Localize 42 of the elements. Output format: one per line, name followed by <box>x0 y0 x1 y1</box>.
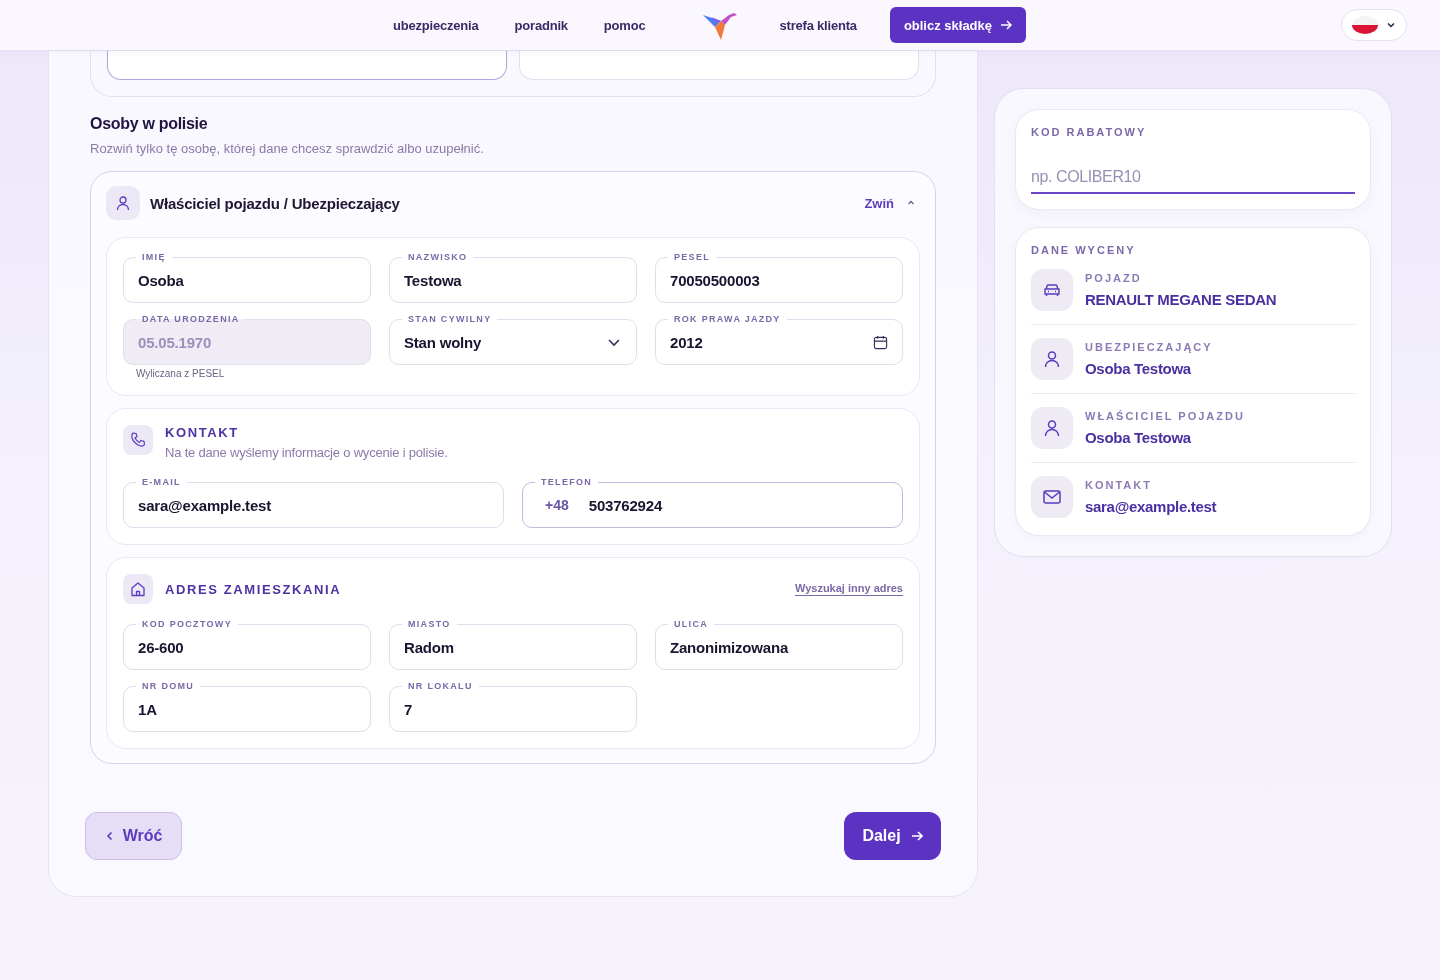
group-title: ADRES ZAMIESZKANIA <box>165 581 343 597</box>
person-icon <box>106 186 140 220</box>
search-address-link[interactable]: Wyszukaj inny adres <box>795 582 903 596</box>
section-subtitle: Rozwiń tylko tę osobę, której dane chcesz sprawdzić albo uzupełnić. <box>90 141 485 156</box>
next-button[interactable]: Dalej <box>844 812 941 860</box>
nav-link[interactable]: poradnik <box>514 17 568 33</box>
section-title: Osoby w polisie <box>90 115 209 133</box>
back-button[interactable]: Wróć <box>85 812 182 860</box>
chevron-down-icon <box>1386 20 1396 30</box>
summary-value: Osoba Testowa <box>1085 360 1192 377</box>
client-zone-link[interactable]: strefa klienta <box>779 17 857 33</box>
envelope-icon <box>1031 476 1073 518</box>
person-icon <box>1031 338 1073 380</box>
summary-value: RENAULT MEGANE SEDAN <box>1085 291 1277 308</box>
summary-title: DANE WYCENY <box>1031 244 1137 256</box>
chevron-left-icon <box>104 831 115 841</box>
summary-label: WŁAŚCICIEL POJAZDU <box>1085 410 1245 422</box>
group-subtitle: Na te dane wyślemy informacje o wycenie i polisie. <box>165 445 448 460</box>
input-field[interactable] <box>107 51 507 80</box>
language-selector[interactable] <box>1341 9 1407 41</box>
collapse-toggle[interactable]: Zwiń <box>864 195 920 211</box>
field-hint: Wyliczana z PESEL <box>136 368 226 379</box>
summary-label: UBEZPIECZAJĄCY <box>1085 341 1213 353</box>
house-icon <box>123 574 153 604</box>
discount-label: KOD RABATOWY <box>1031 126 1148 138</box>
arrow-right-icon <box>910 830 923 842</box>
discount-code-field[interactable]: np. COLIBER10 <box>1031 168 1355 194</box>
flag-icon <box>1352 16 1378 34</box>
summary-label: POJAZD <box>1085 272 1143 284</box>
nav-link[interactable]: ubezpieczenia <box>393 17 479 33</box>
car-icon <box>1031 269 1073 311</box>
calendar-icon <box>873 334 888 350</box>
person-icon <box>1031 407 1073 449</box>
person-title: Właściciel pojazdu / Ubezpieczający <box>150 194 401 212</box>
group-title: KONTAKT <box>165 425 240 440</box>
phone-icon <box>123 425 153 455</box>
summary-value: Osoba Testowa <box>1085 429 1192 446</box>
calculate-premium-button[interactable]: oblicz składkę <box>889 7 1027 43</box>
summary-value: sara@example.test <box>1085 498 1217 515</box>
nav-link[interactable]: pomoc <box>603 17 646 33</box>
summary-label: KONTAKT <box>1085 479 1153 491</box>
arrow-right-icon <box>1000 19 1013 31</box>
